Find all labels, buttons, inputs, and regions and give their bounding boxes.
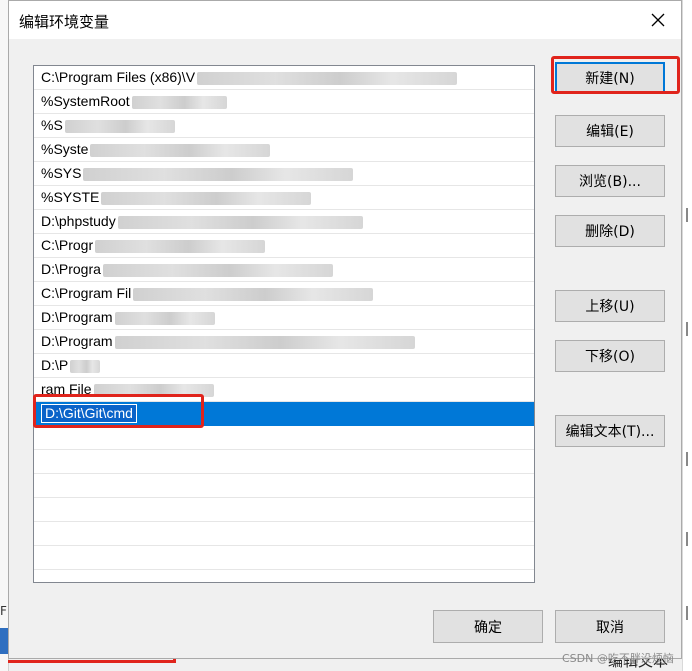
path-list-item[interactable]: D:\phpstudy	[34, 210, 534, 234]
redaction-blur	[197, 71, 458, 85]
path-text: C:\Program Files (x86)\V	[41, 69, 196, 85]
title-bar: 编辑环境变量	[9, 1, 681, 39]
redaction-blur	[117, 215, 363, 229]
new-button[interactable]: 新建(N)	[555, 62, 665, 94]
background-blue-strip	[0, 628, 8, 654]
background-mark	[686, 606, 692, 620]
path-list-item[interactable]: %SYSTE	[34, 186, 534, 210]
path-text: %SYSTE	[41, 189, 100, 205]
redaction-blur	[133, 287, 374, 301]
redaction-blur	[83, 167, 354, 181]
path-text: D:\Program	[41, 333, 113, 349]
cancel-button[interactable]: 取消	[555, 610, 665, 643]
path-text: D:\phpstudy	[41, 213, 116, 229]
background-mark	[686, 322, 692, 336]
path-list-item[interactable]: ram File	[34, 378, 534, 402]
background-window-right	[682, 0, 692, 671]
path-text: %S	[41, 117, 63, 133]
redaction-blur	[114, 311, 215, 325]
watermark: CSDN @吃不胖没烦恼	[562, 652, 674, 665]
redaction-blur	[70, 359, 101, 373]
redaction-blur	[102, 263, 333, 277]
empty-list-row[interactable]	[34, 522, 534, 546]
path-text: C:\Program Fil	[41, 285, 132, 301]
edit-text-button[interactable]: 编辑文本(T)...	[555, 415, 665, 447]
annotation-box-background	[8, 659, 176, 663]
path-list-item-selected[interactable]: D:\Git\Git\cmd	[34, 402, 534, 426]
background-mark	[686, 208, 692, 222]
path-list-item[interactable]: D:\Program	[34, 330, 534, 354]
path-list-item[interactable]: %SYS	[34, 162, 534, 186]
path-edit-field[interactable]: D:\Git\Git\cmd	[41, 404, 137, 423]
path-text: %SystemRoot	[41, 93, 130, 109]
redaction-blur	[95, 239, 266, 253]
redaction-blur	[101, 191, 312, 205]
path-text: D:\Progra	[41, 261, 101, 277]
empty-list-row[interactable]	[34, 498, 534, 522]
path-list[interactable]: C:\Program Files (x86)\V %SystemRoot %S %Sy…	[33, 65, 535, 583]
background-mark	[686, 532, 692, 546]
empty-list-row[interactable]	[34, 546, 534, 570]
path-list-item[interactable]: %SystemRoot	[34, 90, 534, 114]
path-text: D:\Program	[41, 309, 113, 325]
edit-button[interactable]: 编辑(E)	[555, 115, 665, 147]
redaction-blur	[90, 143, 271, 157]
dialog-title: 编辑环境变量	[19, 13, 110, 31]
path-text: %Syste	[41, 141, 89, 157]
path-text: D:\P	[41, 357, 69, 373]
close-button[interactable]	[635, 1, 681, 39]
empty-list-row[interactable]	[34, 450, 534, 474]
background-fragment-left: F	[0, 604, 7, 618]
background-mark	[686, 452, 692, 466]
move-up-button[interactable]: 上移(U)	[555, 290, 665, 322]
edit-env-variable-dialog: 编辑环境变量 C:\Program Files (x86)\V %SystemRo…	[8, 0, 682, 659]
redaction-blur	[114, 335, 415, 349]
empty-list-row[interactable]	[34, 474, 534, 498]
browse-button[interactable]: 浏览(B)...	[555, 165, 665, 197]
path-list-item[interactable]: D:\P	[34, 354, 534, 378]
path-list-item[interactable]: C:\Progr	[34, 234, 534, 258]
redaction-blur	[131, 95, 227, 109]
empty-list-row[interactable]	[34, 426, 534, 450]
redaction-blur	[93, 383, 214, 397]
path-list-item[interactable]: %S	[34, 114, 534, 138]
path-text: %SYS	[41, 165, 82, 181]
delete-button[interactable]: 删除(D)	[555, 215, 665, 247]
path-text: ram File	[41, 381, 92, 397]
path-list-item[interactable]: C:\Program Files (x86)\V	[34, 66, 534, 90]
path-list-item[interactable]: D:\Progra	[34, 258, 534, 282]
path-list-item[interactable]: D:\Program	[34, 306, 534, 330]
move-down-button[interactable]: 下移(O)	[555, 340, 665, 372]
path-list-item[interactable]: %Syste	[34, 138, 534, 162]
ok-button[interactable]: 确定	[433, 610, 543, 643]
path-text: C:\Progr	[41, 237, 94, 253]
redaction-blur	[64, 119, 175, 133]
path-list-item[interactable]: C:\Program Fil	[34, 282, 534, 306]
close-icon	[651, 13, 665, 27]
